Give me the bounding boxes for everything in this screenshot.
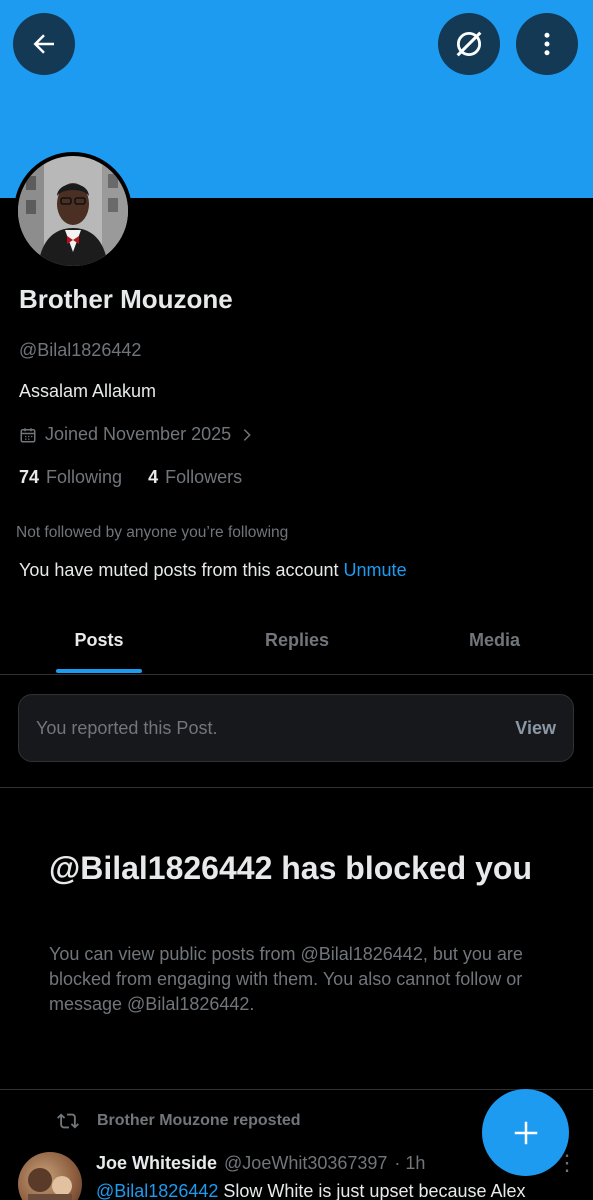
repost-icon [57, 1113, 79, 1129]
followers-count: 4 [148, 467, 159, 487]
tab-posts[interactable]: Posts [0, 605, 198, 675]
more-vertical-icon [544, 32, 550, 56]
following-label: Following [46, 467, 123, 487]
divider [0, 1089, 593, 1090]
repost-label: Brother Mouzone reposted [55, 1110, 301, 1132]
not-followed-notice: Not followed by anyone you’re following [16, 524, 289, 541]
repost-label-text: Brother Mouzone reposted [97, 1112, 301, 1129]
reported-post-text: You reported this Post. [36, 717, 218, 738]
active-tab-indicator [56, 669, 142, 673]
muted-notice: You have muted posts from this account U… [19, 560, 407, 581]
profile-avatar[interactable] [14, 152, 132, 270]
view-button[interactable]: View [515, 718, 556, 739]
post-header: Joe Whiteside @JoeWhit30367397 · 1h [96, 1153, 425, 1174]
calendar-icon [20, 427, 36, 442]
tab-replies[interactable]: Replies [198, 605, 396, 675]
post-author-handle[interactable]: @JoeWhit30367397 [224, 1153, 387, 1174]
reported-post-card: You reported this Post. View [18, 694, 574, 762]
compose-button[interactable] [482, 1089, 569, 1176]
muted-text: You have muted posts from this account [19, 560, 339, 580]
follow-stats: 74 Following 4 Followers [19, 467, 242, 488]
divider [0, 787, 593, 788]
post-author-name[interactable]: Joe Whiteside [96, 1153, 217, 1174]
profile-name: Brother Mouzone [19, 284, 233, 314]
post-text: @Bilal1826442 Slow White is just upset b… [96, 1181, 526, 1200]
post-mention[interactable]: @Bilal1826442 [96, 1181, 218, 1200]
joined-date: Joined November 2025 [45, 424, 232, 444]
chevron-right-icon [243, 428, 251, 441]
unmute-link[interactable]: Unmute [344, 560, 407, 580]
following-stat[interactable]: 74 Following [19, 467, 122, 488]
followers-label: Followers [165, 467, 243, 487]
post-time: · 1h [394, 1153, 426, 1173]
grok-icon [456, 31, 482, 57]
profile-tabs: Posts Replies Media [0, 605, 593, 675]
blocked-description: You can view public posts from @Bilal182… [49, 944, 523, 1014]
post-body-text: Slow White is just upset because Alex [223, 1181, 526, 1200]
more-options-button[interactable] [516, 13, 578, 75]
post-author-avatar[interactable] [18, 1152, 82, 1200]
following-count: 74 [19, 467, 40, 487]
profile-bio: Assalam Allakum [19, 381, 157, 401]
grok-button[interactable] [438, 13, 500, 75]
profile-handle: @Bilal1826442 [19, 340, 142, 360]
back-button[interactable] [13, 13, 75, 75]
joined-row[interactable]: Joined November 2025 [19, 424, 255, 445]
tab-media[interactable]: Media [396, 605, 593, 675]
plus-icon [514, 1121, 537, 1144]
arrow-left-icon [33, 34, 54, 54]
followers-stat[interactable]: 4 Followers [148, 467, 242, 488]
blocked-title: @Bilal1826442 has blocked you [49, 850, 532, 886]
